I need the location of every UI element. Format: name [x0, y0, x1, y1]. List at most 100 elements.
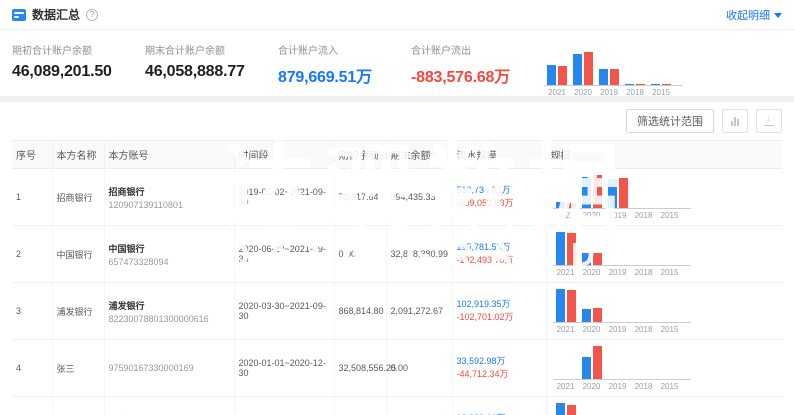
chart-bar-group: [553, 346, 579, 379]
cell-begin-balance: 0.00: [334, 226, 386, 283]
chart-bar-group: [579, 175, 605, 208]
chart-bar-group: [657, 346, 683, 379]
cell-period: 2020-12-07~2021-09-29: [234, 397, 334, 415]
cell-account: 招商银行120907139110801: [104, 169, 234, 226]
chart-bar-group: [544, 52, 570, 85]
row-yearly-flow-chart: 20212020201920182015: [553, 346, 691, 391]
collapse-details-link[interactable]: 收起明细: [726, 7, 782, 23]
download-icon-button[interactable]: [756, 109, 782, 133]
cell-flow-scale: 12,239.61万 -12,150.64万: [452, 397, 546, 415]
chart-year-label: 2015: [657, 209, 683, 220]
outflow-bar: [662, 84, 671, 85]
cell-begin-balance: 868,814.80: [334, 283, 386, 340]
outflow-bar: [610, 69, 619, 85]
cell-end-balance: 32,878,380.99: [386, 226, 452, 283]
collapse-details-label: 收起明细: [726, 10, 770, 22]
chart-year-axis: 20212020201920182015: [553, 209, 691, 220]
chart-bar-group: [631, 403, 657, 415]
stat-label: 期末合计账户余额: [145, 42, 278, 57]
table-toolbar: 筛选统计范围: [12, 102, 782, 140]
summary-stats: 期初合计账户余额 46,089,201.50 期末合计账户余额 46,058,8…: [0, 30, 794, 96]
stat-begin-balance: 期初合计账户余额 46,089,201.50: [12, 42, 145, 90]
summary-icon: [12, 9, 26, 21]
cell-account: 中国银行657473328094: [104, 226, 234, 283]
col-begin-balance: 期初余额: [334, 141, 386, 169]
inflow-bar: [556, 202, 565, 208]
inflow-bar: [651, 84, 660, 85]
chart-year-label: 2020: [579, 380, 605, 391]
cell-flow-scale: 33,592.98万 -44,712.34万: [452, 340, 546, 397]
account-number: 657473328094: [109, 257, 230, 267]
chart-bar-group: [657, 232, 683, 265]
chart-bar-group: [657, 289, 683, 322]
outflow-bar: [567, 233, 576, 265]
chart-bars: [553, 232, 691, 266]
inflow-bar: [582, 309, 591, 322]
filter-scope-button[interactable]: 筛选统计范围: [626, 109, 714, 133]
cell-owner-name: 中国银行: [52, 226, 104, 283]
outflow-value: -509,053.63万: [457, 198, 514, 208]
chart-year-axis: 20212020201920182015: [553, 266, 691, 277]
inflow-bar: [573, 54, 582, 85]
cell-account: 浦发银行82280078801200001013: [104, 397, 234, 415]
chart-bar-group: [570, 52, 596, 85]
row-yearly-flow-chart: 20212020201920182015: [553, 175, 691, 220]
cell-period: 2019-01-02~2021-09-30: [234, 169, 334, 226]
cell-owner-name: 浦发银行: [52, 283, 104, 340]
outflow-bar: [593, 175, 602, 208]
col-index: 序号: [12, 141, 52, 169]
chart-year-label: 2015: [657, 323, 683, 334]
row-yearly-flow-chart: 20212020201920182015: [553, 232, 691, 277]
cell-account: 97590167330000169: [104, 340, 234, 397]
cell-index: 5: [12, 397, 52, 415]
cell-flow-scale: 510,739.81万 -509,053.63万: [452, 169, 546, 226]
account-number: 120907139110801: [109, 200, 230, 210]
chart-bar-group: [631, 346, 657, 379]
chart-year-label: 2020: [579, 209, 605, 220]
cell-scale-chart: 20212020201920182015: [546, 340, 782, 397]
inflow-bar: [582, 357, 591, 379]
inflow-bar: [582, 177, 591, 208]
chart-bars: [544, 52, 682, 86]
cell-flow-scale: 102,919.35万 -102,701.02万: [452, 283, 546, 340]
chart-bar-group: [657, 403, 683, 415]
summary-card: 数据汇总 ? 收起明细 期初合计账户余额 46,089,201.50 期末合计账…: [0, 0, 794, 96]
stat-end-balance: 期末合计账户余额 46,058,888.77: [145, 42, 278, 90]
cell-scale-chart: 20212020201920182015: [546, 283, 782, 340]
cell-owner-name: 浦发银行: [52, 397, 104, 415]
table-row[interactable]: 5浦发银行浦发银行822800788012000010132020-12-07~…: [12, 397, 782, 415]
page: 数据汇总 ? 收起明细 期初合计账户余额 46,089,201.50 期末合计账…: [0, 0, 794, 415]
table-row[interactable]: 2中国银行中国银行6574733280942020-06-29~2021-09-…: [12, 226, 782, 283]
help-icon[interactable]: ?: [86, 9, 98, 21]
cell-scale-chart: 20212020201920182015: [546, 169, 782, 226]
chart-bar-group: [596, 52, 622, 85]
inflow-bar: [625, 84, 634, 85]
inflow-bar: [599, 69, 608, 85]
page-title: 数据汇总: [32, 6, 80, 23]
chart-bar-group: [631, 289, 657, 322]
outflow-bar: [567, 203, 576, 208]
chart-bars: [553, 403, 691, 415]
chart-year-label: 2015: [648, 86, 674, 97]
table-card: 筛选统计范围 序号 本方名称 本方账号 时间段 期初余额: [0, 102, 794, 415]
bar-chart-icon-button[interactable]: [722, 109, 748, 133]
inflow-bar: [582, 253, 591, 265]
chart-bar-group: [553, 403, 579, 415]
table-row[interactable]: 1招商银行招商银行1209071391108012019-01-02~2021-…: [12, 169, 782, 226]
cell-index: 3: [12, 283, 52, 340]
outflow-bar: [636, 84, 645, 85]
outflow-value: -102,701.02万: [457, 312, 514, 322]
chart-bars: [553, 346, 691, 380]
chart-bar-group: [605, 232, 631, 265]
chart-year-axis: 20212020201920182015: [553, 323, 691, 334]
chart-bar-group: [631, 232, 657, 265]
account-number: 82230078801300000616: [109, 314, 230, 324]
account-number: 97590167330000169: [109, 363, 230, 373]
row-yearly-flow-chart: 20212020201920182015: [553, 289, 691, 334]
table-row[interactable]: 3浦发银行浦发银行822300788013000006162020-03-30~…: [12, 283, 782, 340]
table-row[interactable]: 4张三975901673300001692020-01-01~2020-12-3…: [12, 340, 782, 397]
chart-bar-group: [579, 403, 605, 415]
outflow-bar: [593, 253, 602, 265]
chart-year-axis: 20212020201920182015: [544, 86, 682, 97]
chart-year-label: 2018: [631, 266, 657, 277]
